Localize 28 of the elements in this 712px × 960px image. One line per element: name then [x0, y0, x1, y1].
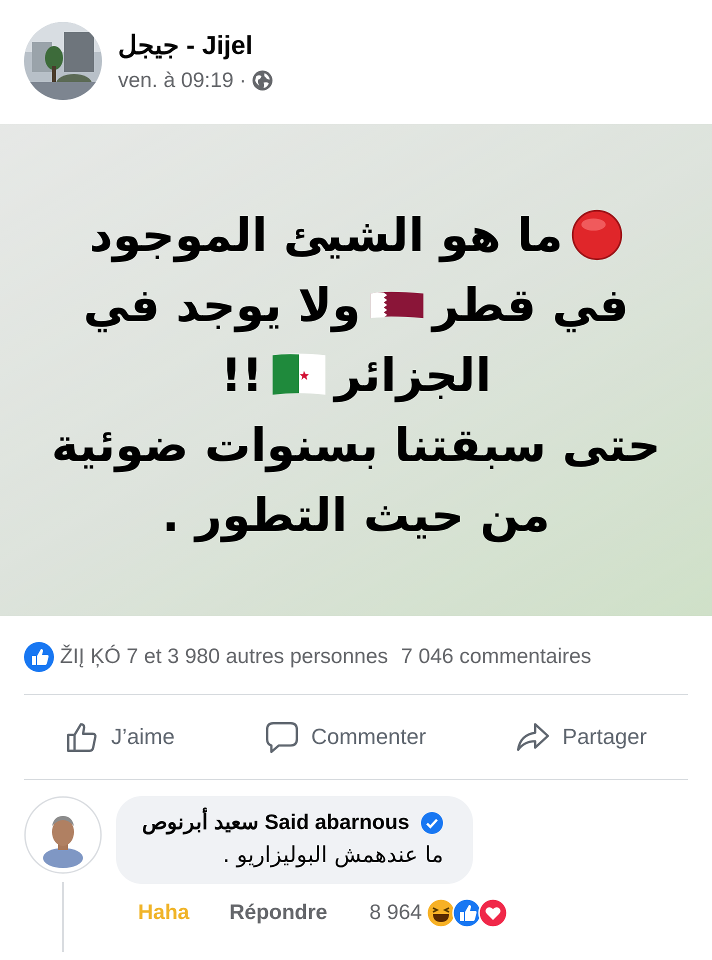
comment-button[interactable]: Commenter [257, 715, 434, 759]
image-text: من حيث التطور . [162, 487, 550, 544]
page-name[interactable]: جيجل - Jijel [118, 30, 274, 60]
comments-count[interactable]: 7 046 commentaires [401, 645, 592, 669]
image-text: ولا يوجد في [83, 277, 361, 334]
image-text: حتى سبقتنا بسنوات ضوئية [51, 417, 661, 474]
likes-summary[interactable]: ŽIĮ ĶÓ 7 et 3 980 autres personnes [60, 645, 388, 669]
speech-bubble-icon [265, 720, 300, 754]
thumbs-up-icon [65, 720, 100, 754]
circle-icon [570, 209, 623, 261]
commenter-name[interactable]: Said abarnous سعيد أبرنوص [142, 810, 410, 835]
like-icon [24, 642, 54, 672]
post-time: ven. à 09:19 · [118, 68, 246, 92]
image-text: في قطر [432, 277, 629, 334]
globe-icon [252, 70, 274, 91]
flag-icon [368, 289, 425, 321]
share-arrow-icon [516, 720, 550, 754]
share-button[interactable]: Partager [508, 715, 655, 759]
comment-text: ما عندهمش البوليزاريو . [222, 843, 444, 868]
user-avatar[interactable] [24, 796, 102, 874]
image-text: الجزائر [334, 347, 492, 404]
like-icon [452, 898, 482, 928]
image-text: !! [220, 347, 263, 404]
reaction-count: 8 964 [369, 901, 422, 925]
like-button[interactable]: J’aime [57, 715, 183, 759]
reply-link[interactable]: Répondre [229, 901, 328, 925]
laughing-face-icon [426, 898, 456, 928]
image-text: ما هو الشيئ الموجود [89, 207, 563, 264]
